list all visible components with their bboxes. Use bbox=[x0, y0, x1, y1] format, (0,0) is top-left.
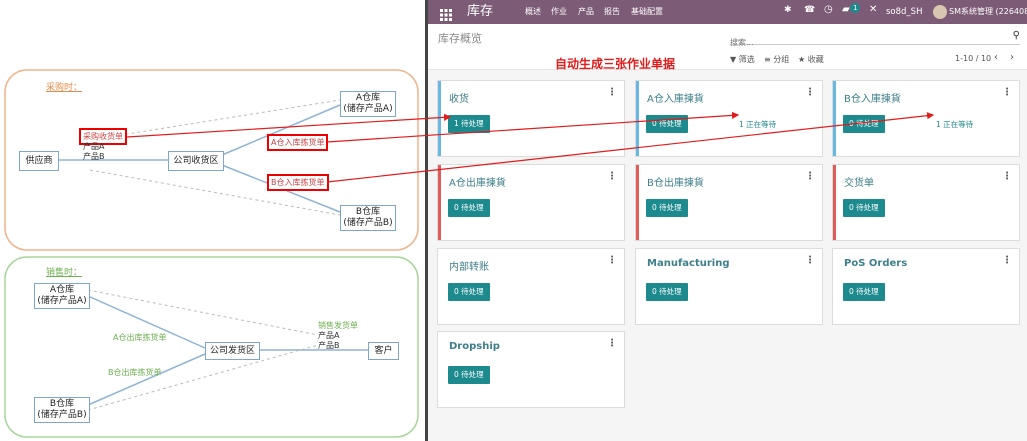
process-diagram: 采购时： 销售时： 供应商 公司收货区 A仓库 (储存产品A) B仓库 (储存产品B… bbox=[0, 0, 425, 441]
top-navbar: 库存 概述 作业 产品 报告 基础配置 ✱ ☎ ◷ ▰ 1 ✕ so8d_SH … bbox=[428, 0, 1027, 24]
operation-card[interactable]: PoS Orders ⋮ 0 待处理 bbox=[832, 248, 1020, 325]
operation-card[interactable]: A仓出庫揀貨 ⋮ 0 待处理 bbox=[437, 164, 625, 241]
menu-products[interactable]: 产品 bbox=[578, 0, 594, 24]
card-title[interactable]: B仓出庫揀貨 bbox=[647, 174, 704, 189]
card-todo-button[interactable]: 0 待处理 bbox=[646, 283, 688, 301]
phone-icon[interactable]: ☎ bbox=[804, 5, 815, 15]
card-menu-icon[interactable]: ⋮ bbox=[1002, 255, 1012, 266]
warehouse-a-bottom-box: A仓库 (储存产品A) bbox=[34, 283, 90, 309]
flow-b-shipping bbox=[87, 353, 206, 406]
control-panel: 库存概览 ⚲ 自动生成三张作业单据 ▼ 筛选 ≡ 分组 ★ 收藏 1-10 / … bbox=[428, 24, 1027, 71]
b-putaway-label: B仓入库拣货单 bbox=[267, 174, 329, 191]
card-title[interactable]: Dropship bbox=[449, 341, 500, 352]
app-title[interactable]: 库存 bbox=[467, 0, 493, 24]
card-todo-button[interactable]: 0 待处理 bbox=[448, 283, 490, 301]
card-title[interactable]: 收货 bbox=[449, 90, 469, 105]
card-waiting-status[interactable]: 1 正在等待 bbox=[936, 119, 973, 130]
card-menu-icon[interactable]: ⋮ bbox=[805, 255, 815, 266]
card-menu-icon[interactable]: ⋮ bbox=[805, 87, 815, 98]
operation-card[interactable]: 内部转账 ⋮ 0 待处理 bbox=[437, 248, 625, 325]
operation-card[interactable]: 交货单 ⋮ 0 待处理 bbox=[832, 164, 1020, 241]
card-color-stripe bbox=[438, 165, 441, 240]
close-icon[interactable]: ✕ bbox=[869, 4, 877, 15]
operation-card[interactable]: A仓入庫揀貨 ⋮ 0 待处理 1 正在等待 bbox=[635, 80, 823, 157]
db-name[interactable]: so8d_SH bbox=[886, 0, 922, 24]
card-menu-icon[interactable]: ⋮ bbox=[1002, 87, 1012, 98]
search-icon[interactable]: ⚲ bbox=[1013, 30, 1020, 41]
pager-value[interactable]: 1-10 / 10 bbox=[955, 54, 991, 63]
pager-next-icon[interactable]: › bbox=[1010, 52, 1014, 63]
apps-grid-icon[interactable] bbox=[440, 6, 452, 21]
clock-icon[interactable]: ◷ bbox=[824, 4, 833, 15]
chat-icon[interactable]: ▰ bbox=[842, 4, 850, 15]
menu-overview[interactable]: 概述 bbox=[525, 0, 541, 24]
operation-card[interactable]: 收货 ⋮ 1 待处理 bbox=[437, 80, 625, 157]
card-color-stripe bbox=[438, 81, 441, 156]
card-title[interactable]: B仓入庫揀貨 bbox=[844, 90, 901, 105]
card-menu-icon[interactable]: ⋮ bbox=[607, 255, 617, 266]
card-menu-icon[interactable]: ⋮ bbox=[607, 171, 617, 182]
card-title[interactable]: A仓出庫揀貨 bbox=[449, 174, 506, 189]
bug-icon[interactable]: ✱ bbox=[784, 5, 792, 15]
shipping-area-box: 公司发货区 bbox=[205, 342, 260, 360]
card-todo-button[interactable]: 0 待处理 bbox=[448, 366, 490, 384]
warehouse-b-top-box: B仓库 (储存产品B) bbox=[340, 205, 396, 231]
card-todo-button[interactable]: 0 待处理 bbox=[646, 199, 688, 217]
product-b-label: 产品B bbox=[83, 152, 105, 161]
pager-prev-icon[interactable]: ‹ bbox=[994, 52, 998, 63]
card-title[interactable]: Manufacturing bbox=[647, 258, 730, 269]
search-bar[interactable]: ⚲ bbox=[730, 30, 1020, 47]
card-title[interactable]: 内部转账 bbox=[449, 258, 489, 273]
menu-configuration[interactable]: 基础配置 bbox=[631, 0, 663, 24]
purchase-zone-label: 采购时： bbox=[46, 83, 83, 93]
operation-card[interactable]: Manufacturing ⋮ 0 待处理 bbox=[635, 248, 823, 325]
card-title[interactable]: A仓入庫揀貨 bbox=[647, 90, 704, 105]
supplier-box: 供应商 bbox=[19, 151, 59, 171]
filter-icon: ▼ bbox=[730, 55, 737, 64]
card-menu-icon[interactable]: ⋮ bbox=[1002, 171, 1012, 182]
card-menu-icon[interactable]: ⋮ bbox=[805, 171, 815, 182]
card-menu-icon[interactable]: ⋮ bbox=[607, 338, 617, 349]
card-title[interactable]: PoS Orders bbox=[844, 258, 907, 269]
chat-badge: 1 bbox=[850, 3, 861, 13]
card-todo-button[interactable]: 0 待处理 bbox=[843, 199, 885, 217]
customer-box: 客户 bbox=[368, 342, 399, 360]
card-todo-button[interactable]: 0 待处理 bbox=[843, 115, 885, 133]
card-todo-button[interactable]: 0 待处理 bbox=[448, 199, 490, 217]
star-icon: ★ bbox=[798, 55, 806, 64]
card-todo-button[interactable]: 0 待处理 bbox=[646, 115, 688, 133]
card-color-stripe bbox=[636, 165, 639, 240]
user-menu[interactable]: SM系统管理 (226408) bbox=[949, 0, 1027, 24]
b-picking-out-label: B仓出库拣货单 bbox=[108, 368, 162, 377]
warehouse-b-bottom-box: B仓库 (储存产品B) bbox=[34, 397, 90, 423]
card-menu-icon[interactable]: ⋮ bbox=[607, 87, 617, 98]
dashed-sales-a bbox=[87, 289, 319, 336]
sales-zone-label: 销售时： bbox=[46, 268, 83, 278]
operation-card[interactable]: B仓入庫揀貨 ⋮ 0 待处理 1 正在等待 bbox=[832, 80, 1020, 157]
operation-card[interactable]: Dropship ⋮ 0 待处理 bbox=[437, 331, 625, 408]
search-input[interactable] bbox=[730, 38, 1000, 47]
favorites-button[interactable]: ★ 收藏 bbox=[798, 54, 824, 65]
list-icon: ≡ bbox=[764, 55, 771, 64]
group-button[interactable]: ≡ 分组 bbox=[764, 54, 789, 65]
card-todo-button[interactable]: 1 待处理 bbox=[448, 115, 490, 133]
card-title[interactable]: 交货单 bbox=[844, 174, 874, 189]
card-color-stripe bbox=[833, 81, 836, 156]
breadcrumb: 库存概览 bbox=[438, 32, 482, 45]
menu-reports[interactable]: 报告 bbox=[604, 0, 620, 24]
filter-button[interactable]: ▼ 筛选 bbox=[730, 54, 755, 65]
menu-operations[interactable]: 作业 bbox=[551, 0, 567, 24]
receiving-area-box: 公司收货区 bbox=[168, 151, 224, 171]
a-picking-out-label: A仓出库拣货单 bbox=[113, 333, 167, 342]
card-color-stripe bbox=[636, 81, 639, 156]
card-todo-button[interactable]: 0 待处理 bbox=[843, 283, 885, 301]
avatar[interactable] bbox=[933, 5, 947, 19]
sales-product-b-label: 产品B bbox=[318, 341, 340, 350]
card-color-stripe bbox=[833, 165, 836, 240]
card-waiting-status[interactable]: 1 正在等待 bbox=[739, 119, 776, 130]
operation-card[interactable]: B仓出庫揀貨 ⋮ 0 待处理 bbox=[635, 164, 823, 241]
a-putaway-label: A仓入库拣货单 bbox=[267, 134, 329, 151]
warehouse-a-top-box: A仓库 (储存产品A) bbox=[340, 91, 396, 117]
